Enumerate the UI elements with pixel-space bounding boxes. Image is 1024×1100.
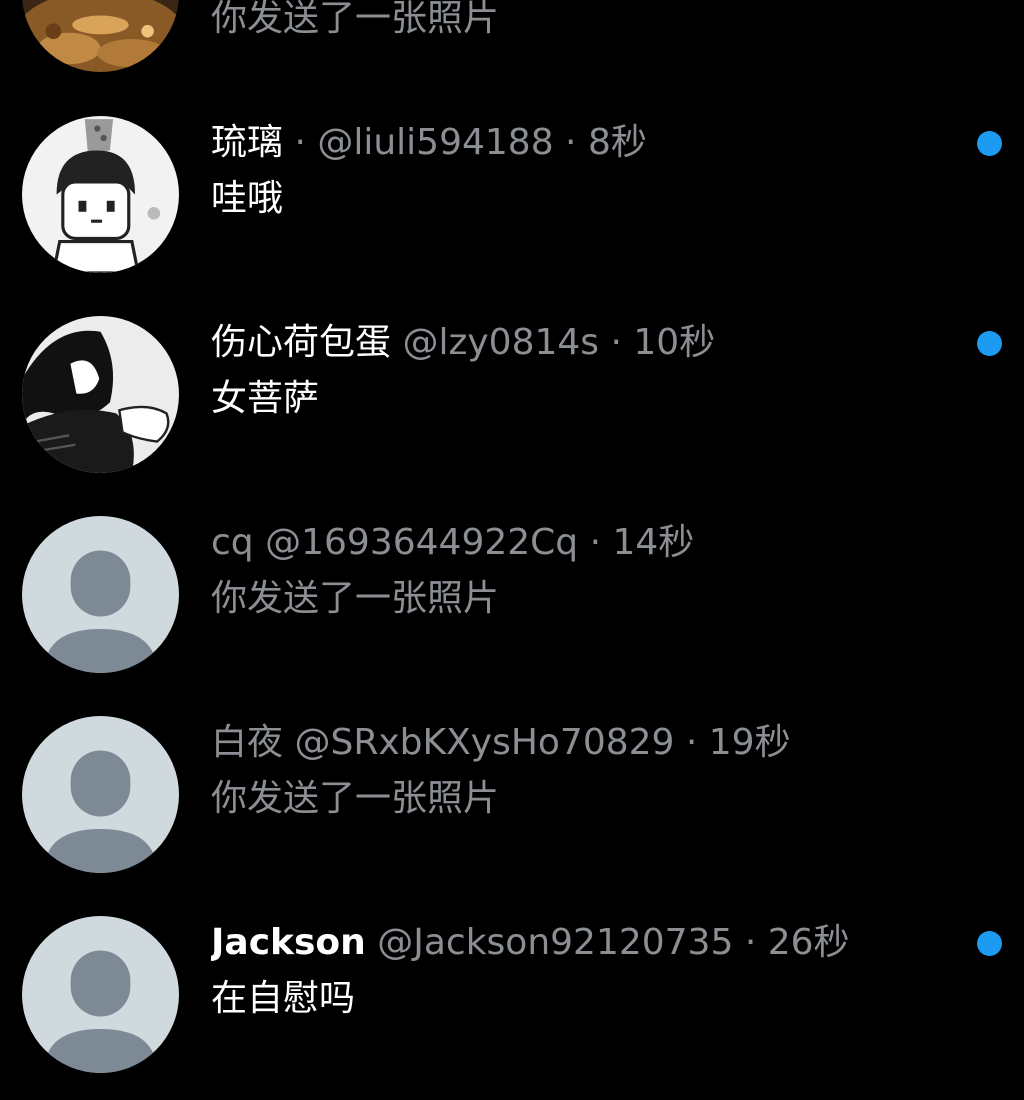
- user-handle: @SRxbKXysHo70829: [294, 722, 675, 763]
- cartoon-boy-avatar-image: [22, 116, 179, 273]
- conversation-header: 琉璃 · @liuli594188 · 8秒: [211, 121, 944, 165]
- conversation-header: cq @1693644922Cq · 14秒: [211, 521, 944, 565]
- avatar-default-profile[interactable]: [22, 916, 179, 1073]
- conversation-header: Jackson @Jackson92120735 · 26秒: [211, 921, 944, 965]
- conversation-header: 白夜 @SRxbKXysHo70829 · 19秒: [211, 721, 944, 765]
- user-handle: @Jackson92120735: [377, 922, 734, 963]
- unread-indicator: [977, 131, 1002, 156]
- message-preview: 在自慰吗: [211, 978, 356, 1019]
- conversation-list: 你发送了一张照片 琉璃 · @liuli594188 · 8秒 哇哦 伤心荷包蛋…: [0, 0, 1024, 1073]
- message-preview: 哇哦: [211, 178, 284, 219]
- conversation-row[interactable]: 你发送了一张照片: [0, 0, 1024, 72]
- avatar-food-photo[interactable]: [22, 0, 179, 72]
- timestamp: 10秒: [633, 322, 716, 363]
- conversation-text: 你发送了一张照片: [211, 0, 944, 41]
- message-preview: 你发送了一张照片: [211, 578, 500, 619]
- avatar-cartoon-boy[interactable]: [22, 116, 179, 273]
- message-preview: 你发送了一张照片: [211, 0, 500, 39]
- conversation-header: 伤心荷包蛋 @lzy0814s · 10秒: [211, 321, 944, 365]
- conversation-text: Jackson @Jackson92120735 · 26秒 在自慰吗: [211, 921, 944, 1021]
- message-preview: 你发送了一张照片: [211, 778, 500, 819]
- default-profile-icon: [22, 716, 179, 873]
- separator: ·: [599, 322, 634, 363]
- display-name: 伤心荷包蛋: [211, 322, 392, 363]
- default-profile-icon: [22, 516, 179, 673]
- separator: ·: [674, 722, 709, 763]
- display-name: 琉璃: [211, 122, 284, 163]
- user-handle: @lzy0814s: [402, 322, 600, 363]
- manga-character-avatar-image: [22, 316, 179, 473]
- conversation-row[interactable]: 伤心荷包蛋 @lzy0814s · 10秒 女菩萨: [0, 300, 1024, 500]
- message-preview: 女菩萨: [211, 378, 320, 419]
- conversation-text: 伤心荷包蛋 @lzy0814s · 10秒 女菩萨: [211, 321, 944, 421]
- user-handle: @liuli594188: [317, 122, 554, 163]
- unread-indicator: [977, 331, 1002, 356]
- avatar-manga-character[interactable]: [22, 316, 179, 473]
- conversation-row[interactable]: 白夜 @SRxbKXysHo70829 · 19秒 你发送了一张照片: [0, 700, 1024, 900]
- timestamp: 14秒: [612, 522, 695, 563]
- unread-indicator: [977, 931, 1002, 956]
- timestamp: 8秒: [587, 122, 647, 163]
- conversation-row[interactable]: 琉璃 · @liuli594188 · 8秒 哇哦: [0, 100, 1024, 300]
- display-name: 白夜: [211, 722, 284, 763]
- timestamp: 19秒: [708, 722, 791, 763]
- food-photo-avatar-image: [22, 0, 179, 72]
- conversation-text: 琉璃 · @liuli594188 · 8秒 哇哦: [211, 121, 944, 221]
- conversation-text: 白夜 @SRxbKXysHo70829 · 19秒 你发送了一张照片: [211, 721, 944, 821]
- display-name: cq: [211, 522, 254, 563]
- separator: ·: [578, 522, 613, 563]
- conversation-row[interactable]: Jackson @Jackson92120735 · 26秒 在自慰吗: [0, 900, 1024, 1100]
- separator: ·: [283, 122, 318, 163]
- conversation-row[interactable]: cq @1693644922Cq · 14秒 你发送了一张照片: [0, 500, 1024, 700]
- separator: ·: [733, 922, 768, 963]
- avatar-default-profile[interactable]: [22, 716, 179, 873]
- user-handle: @1693644922Cq: [265, 522, 579, 563]
- conversation-text: cq @1693644922Cq · 14秒 你发送了一张照片: [211, 521, 944, 621]
- separator: ·: [553, 122, 588, 163]
- timestamp: 26秒: [767, 922, 850, 963]
- display-name: Jackson: [211, 922, 366, 963]
- avatar-default-profile[interactable]: [22, 516, 179, 673]
- default-profile-icon: [22, 916, 179, 1073]
